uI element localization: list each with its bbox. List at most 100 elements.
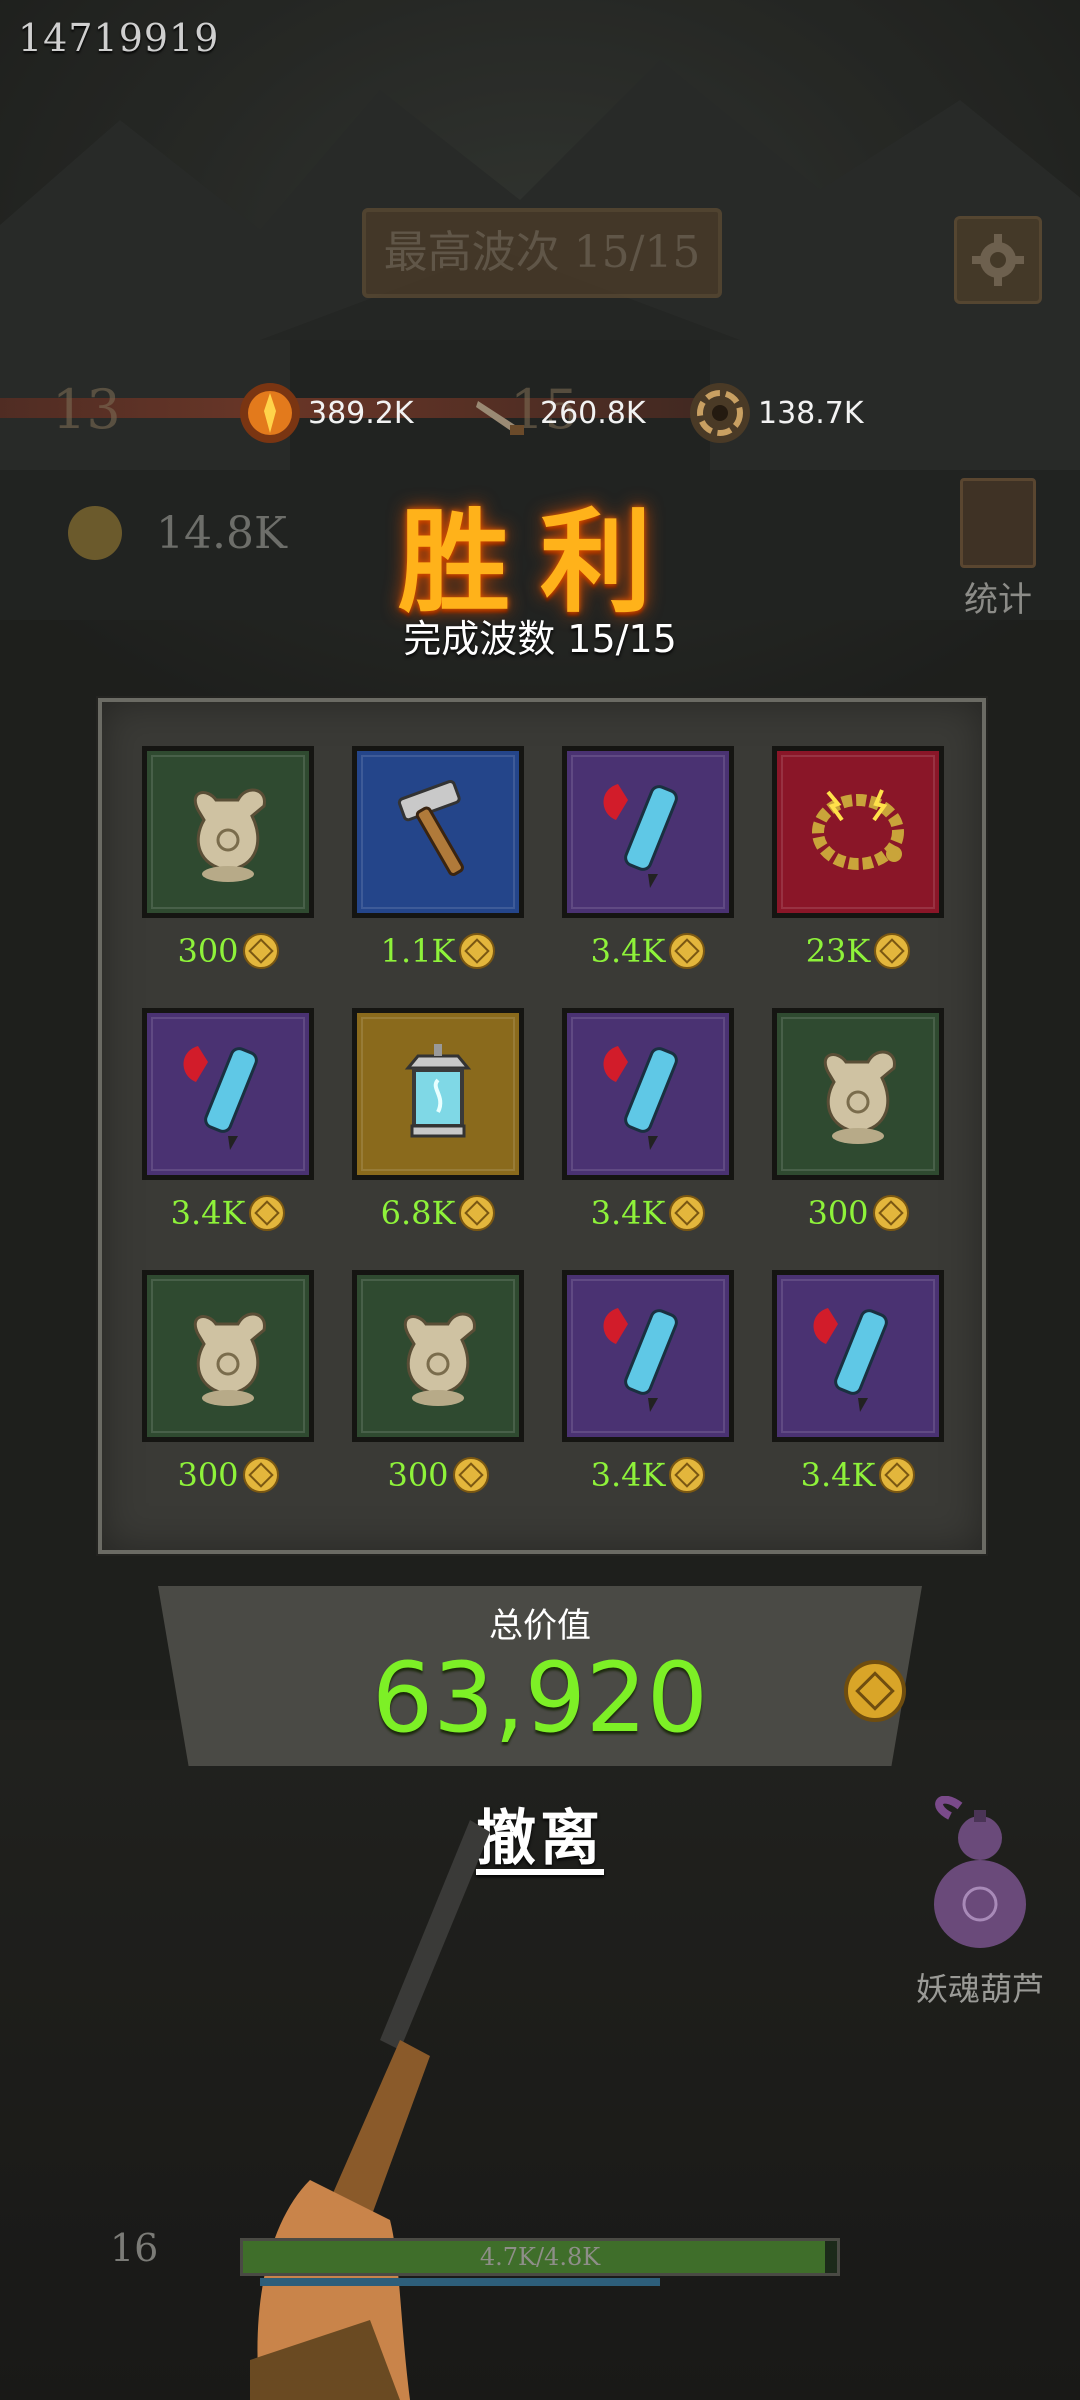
loot-item[interactable]: 1.1K (352, 746, 524, 984)
loot-price-value: 300 (387, 1456, 449, 1494)
stat-vortex: 138.7K (688, 378, 864, 448)
stat-rifle-value: 260.8K (540, 395, 646, 431)
rifle-icon (476, 401, 524, 435)
loot-price-value: 3.4K (590, 1194, 666, 1232)
coin-icon (844, 1660, 906, 1722)
loot-price: 3.4K (562, 918, 734, 984)
coin-icon (874, 933, 911, 969)
loot-price: 23K (772, 918, 944, 984)
loot-price-value: 23K (805, 932, 871, 970)
bronze-ewer-icon (168, 1294, 288, 1418)
loot-slot (352, 1008, 524, 1180)
coin-icon (459, 1195, 496, 1231)
loot-item[interactable]: 3.4K (562, 746, 734, 984)
tassel-brush-icon (588, 1294, 708, 1418)
loot-slot (142, 1270, 314, 1442)
coin-icon (452, 1457, 489, 1493)
waves-completed: 完成波数 15/15 (403, 617, 677, 661)
total-value-amount: 63,920 (372, 1642, 708, 1754)
tassel-brush-icon (588, 1032, 708, 1156)
hammer-icon (378, 770, 498, 894)
xp-bar-text: 4.7K/4.8K (479, 2243, 601, 2271)
loot-price: 300 (142, 918, 314, 984)
lantern-icon (378, 1032, 498, 1156)
level-node-13: 13 (52, 378, 121, 441)
loot-item[interactable]: 3.4K (772, 1270, 944, 1508)
vortex-icon (690, 383, 750, 443)
coin-icon (669, 1457, 706, 1493)
settings-button[interactable] (954, 216, 1042, 304)
xp-sub-bar (260, 2278, 660, 2286)
loot-price-value: 300 (807, 1194, 869, 1232)
loot-item[interactable]: 300 (142, 1270, 314, 1508)
tassel-brush-icon (168, 1032, 288, 1156)
bronze-ewer-icon (798, 1032, 918, 1156)
loot-slot (352, 746, 524, 918)
xp-bar: 4.7K/4.8K (240, 2238, 840, 2276)
loot-item[interactable]: 23K (772, 746, 944, 984)
stat-rifle: 260.8K (470, 378, 646, 448)
loot-slot (562, 1008, 734, 1180)
loot-slot (142, 746, 314, 918)
loot-price-value: 3.4K (800, 1456, 876, 1494)
loot-price-value: 3.4K (590, 932, 666, 970)
coin-icon (669, 933, 706, 969)
loot-price: 300 (772, 1180, 944, 1246)
loot-slot (772, 746, 944, 918)
loot-price-value: 300 (177, 932, 239, 970)
coin-bracelet-icon (798, 770, 918, 894)
gear-icon (972, 234, 1024, 286)
gourd-label: 妖魂葫芦 (915, 1970, 1044, 2008)
coin-icon (242, 933, 279, 969)
tassel-brush-icon (588, 770, 708, 894)
loot-slot (562, 746, 734, 918)
tassel-brush-icon (798, 1294, 918, 1418)
loot-price: 3.4K (562, 1180, 734, 1246)
loot-price: 3.4K (142, 1180, 314, 1246)
loot-item[interactable]: 3.4K (562, 1008, 734, 1246)
stat-fire-value: 389.2K (308, 395, 414, 431)
soul-gourd-button[interactable]: 妖魂葫芦 (910, 1795, 1050, 2010)
loot-slot (142, 1008, 314, 1180)
loot-price: 3.4K (772, 1442, 944, 1508)
loot-item[interactable]: 300 (352, 1270, 524, 1508)
player-id: 14719919 (18, 16, 220, 60)
loot-price: 300 (142, 1442, 314, 1508)
loot-price-value: 3.4K (170, 1194, 246, 1232)
loot-price: 1.1K (352, 918, 524, 984)
gourd-icon (934, 1795, 1026, 1948)
loot-grid: 300 1.1K 3.4K 23K 3.4K 6.8K 3.4K 300 300 300 3.4K 3… (142, 746, 946, 1508)
stat-fire: 389.2K (238, 378, 414, 448)
loot-slot (352, 1270, 524, 1442)
fire-orb-icon (240, 383, 300, 443)
loot-price-value: 6.8K (380, 1194, 456, 1232)
loot-slot (772, 1270, 944, 1442)
loot-item[interactable]: 300 (142, 746, 314, 984)
loot-price: 3.4K (562, 1442, 734, 1508)
player-level: 16 (110, 2226, 159, 2270)
stat-vortex-value: 138.7K (758, 395, 864, 431)
loot-price: 300 (352, 1442, 524, 1508)
coin-icon (242, 1457, 279, 1493)
loot-item[interactable]: 300 (772, 1008, 944, 1246)
loot-price: 6.8K (352, 1180, 524, 1246)
coin-icon (459, 933, 496, 969)
shotgun-icon (250, 1820, 490, 2400)
coin-icon (669, 1195, 706, 1231)
best-wave-banner: 最高波次 15/15 (362, 208, 722, 298)
loot-price-value: 300 (177, 1456, 239, 1494)
loot-price-value: 3.4K (590, 1456, 666, 1494)
loot-item[interactable]: 3.4K (142, 1008, 314, 1246)
total-value-label: 总价值 (489, 1606, 591, 1646)
loot-item[interactable]: 3.4K (562, 1270, 734, 1508)
coin-icon (249, 1195, 286, 1231)
loot-slot (562, 1270, 734, 1442)
bronze-ewer-icon (378, 1294, 498, 1418)
coin-icon (879, 1457, 916, 1493)
bronze-ewer-icon (168, 770, 288, 894)
loot-panel: 300 1.1K 3.4K 23K 3.4K 6.8K 3.4K 300 300 300 3.4K 3… (98, 698, 986, 1554)
loot-slot (772, 1008, 944, 1180)
loot-item[interactable]: 6.8K (352, 1008, 524, 1246)
coin-icon (872, 1195, 909, 1231)
loot-price-value: 1.1K (380, 932, 456, 970)
